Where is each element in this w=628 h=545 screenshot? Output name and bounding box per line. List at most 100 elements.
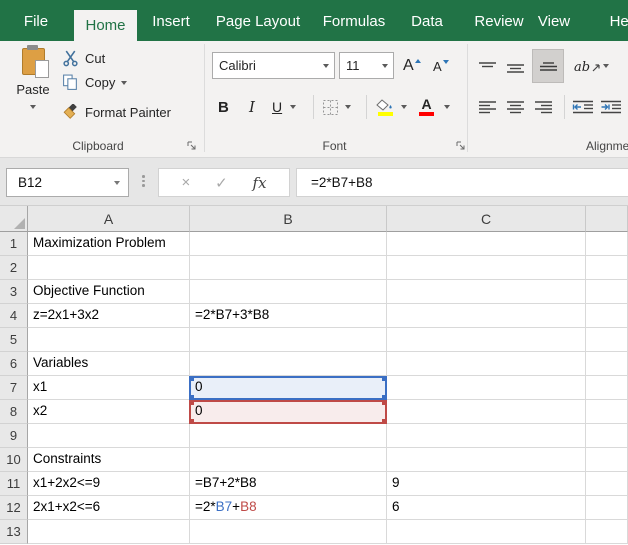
increase-font-size-button[interactable]: A xyxy=(403,53,421,79)
cell-A2[interactable] xyxy=(28,256,190,280)
cell-B4[interactable]: =2*B7+3*B8 xyxy=(190,304,387,328)
tab-formulas[interactable]: Formulas xyxy=(314,0,394,41)
cell-C11[interactable]: 9 xyxy=(387,472,586,496)
cell-D13[interactable] xyxy=(586,520,628,544)
column-header-C[interactable]: C xyxy=(387,206,586,232)
tab-review[interactable]: Review xyxy=(464,0,534,41)
row-header-8[interactable]: 8 xyxy=(0,400,28,424)
underline-button[interactable]: U xyxy=(272,94,282,120)
cell-B5[interactable] xyxy=(190,328,387,352)
select-all-button[interactable] xyxy=(0,206,28,232)
font-size-caret[interactable] xyxy=(382,64,388,68)
font-color-button[interactable]: A xyxy=(419,94,434,120)
cell-A5[interactable] xyxy=(28,328,190,352)
tab-file[interactable]: File xyxy=(14,0,58,41)
cell-C1[interactable] xyxy=(387,232,586,256)
borders-caret[interactable] xyxy=(345,105,351,109)
enter-icon[interactable]: ✓ xyxy=(215,174,228,192)
middle-align-button[interactable] xyxy=(506,55,525,81)
copy-dropdown-caret[interactable] xyxy=(121,81,127,85)
tab-insert[interactable]: Insert xyxy=(140,0,202,41)
row-header-1[interactable]: 1 xyxy=(0,232,28,256)
cell-D4[interactable] xyxy=(586,304,628,328)
fill-color-button[interactable] xyxy=(376,94,394,120)
increase-indent-button[interactable] xyxy=(600,94,622,120)
cell-C2[interactable] xyxy=(387,256,586,280)
cell-A11[interactable]: x1+2x2<=9 xyxy=(28,472,190,496)
cell-B9[interactable] xyxy=(190,424,387,448)
cell-A7[interactable]: x1 xyxy=(28,376,190,400)
cell-D9[interactable] xyxy=(586,424,628,448)
cell-A9[interactable] xyxy=(28,424,190,448)
cell-A4[interactable]: z=2x1+3x2 xyxy=(28,304,190,328)
cell-C12[interactable]: 6 xyxy=(387,496,586,520)
row-header-6[interactable]: 6 xyxy=(0,352,28,376)
font-size-combo[interactable]: 11 xyxy=(339,52,394,79)
font-name-combo[interactable]: Calibri xyxy=(212,52,335,79)
cell-B11[interactable]: =B7+2*B8 xyxy=(190,472,387,496)
bold-button[interactable]: B xyxy=(218,94,229,120)
cell-A12[interactable]: 2x1+x2<=6 xyxy=(28,496,190,520)
cell-D10[interactable] xyxy=(586,448,628,472)
cell-A13[interactable] xyxy=(28,520,190,544)
cell-B2[interactable] xyxy=(190,256,387,280)
cell-B8[interactable]: 0 xyxy=(190,400,387,424)
name-box-caret[interactable] xyxy=(114,181,120,185)
column-header-D[interactable] xyxy=(586,206,628,232)
row-header-3[interactable]: 3 xyxy=(0,280,28,304)
cell-D2[interactable] xyxy=(586,256,628,280)
cell-C5[interactable] xyxy=(387,328,586,352)
cell-B1[interactable] xyxy=(190,232,387,256)
cell-B6[interactable] xyxy=(190,352,387,376)
copy-button[interactable]: Copy xyxy=(62,74,127,91)
cell-B10[interactable] xyxy=(190,448,387,472)
cell-C4[interactable] xyxy=(387,304,586,328)
underline-caret[interactable] xyxy=(290,105,296,109)
row-header-10[interactable]: 10 xyxy=(0,448,28,472)
column-header-B[interactable]: B xyxy=(190,206,387,232)
cell-B13[interactable] xyxy=(190,520,387,544)
italic-button[interactable]: I xyxy=(249,94,255,120)
cell-B7[interactable]: 0 xyxy=(190,376,387,400)
font-name-caret[interactable] xyxy=(323,64,329,68)
cell-C13[interactable] xyxy=(387,520,586,544)
name-box[interactable]: B12 xyxy=(6,168,129,197)
top-align-button[interactable] xyxy=(478,55,497,81)
font-dialog-launcher[interactable] xyxy=(455,140,467,152)
row-header-11[interactable]: 11 xyxy=(0,472,28,496)
borders-button[interactable] xyxy=(322,94,339,120)
format-painter-button[interactable]: Format Painter xyxy=(62,104,171,121)
paste-dropdown-caret[interactable] xyxy=(30,105,36,109)
row-header-7[interactable]: 7 xyxy=(0,376,28,400)
cell-D3[interactable] xyxy=(586,280,628,304)
cell-C8[interactable] xyxy=(387,400,586,424)
row-header-9[interactable]: 9 xyxy=(0,424,28,448)
tab-view[interactable]: View xyxy=(530,0,578,41)
decrease-indent-button[interactable] xyxy=(572,94,594,120)
clipboard-dialog-launcher[interactable] xyxy=(186,140,198,152)
paste-button[interactable]: Paste xyxy=(10,46,56,112)
row-header-13[interactable]: 13 xyxy=(0,520,28,544)
cell-B3[interactable] xyxy=(190,280,387,304)
row-header-12[interactable]: 12 xyxy=(0,496,28,520)
tab-help[interactable]: Help xyxy=(596,0,628,41)
cell-C7[interactable] xyxy=(387,376,586,400)
cell-C9[interactable] xyxy=(387,424,586,448)
cell-A3[interactable]: Objective Function xyxy=(28,280,190,304)
fill-color-caret[interactable] xyxy=(401,105,407,109)
cell-C3[interactable] xyxy=(387,280,586,304)
cell-D1[interactable] xyxy=(586,232,628,256)
align-right-button[interactable] xyxy=(534,94,553,120)
cell-B12[interactable]: =2*B7+B8 xyxy=(190,496,387,520)
row-header-5[interactable]: 5 xyxy=(0,328,28,352)
align-center-button[interactable] xyxy=(506,94,525,120)
orientation-caret[interactable] xyxy=(603,64,609,68)
column-header-A[interactable]: A xyxy=(28,206,190,232)
cell-A1[interactable]: Maximization Problem xyxy=(28,232,190,256)
cell-D12[interactable] xyxy=(586,496,628,520)
cell-A8[interactable]: x2 xyxy=(28,400,190,424)
cell-A10[interactable]: Constraints xyxy=(28,448,190,472)
insert-function-icon[interactable]: fx xyxy=(253,174,267,192)
cell-D5[interactable] xyxy=(586,328,628,352)
decrease-font-size-button[interactable]: A xyxy=(433,53,449,79)
